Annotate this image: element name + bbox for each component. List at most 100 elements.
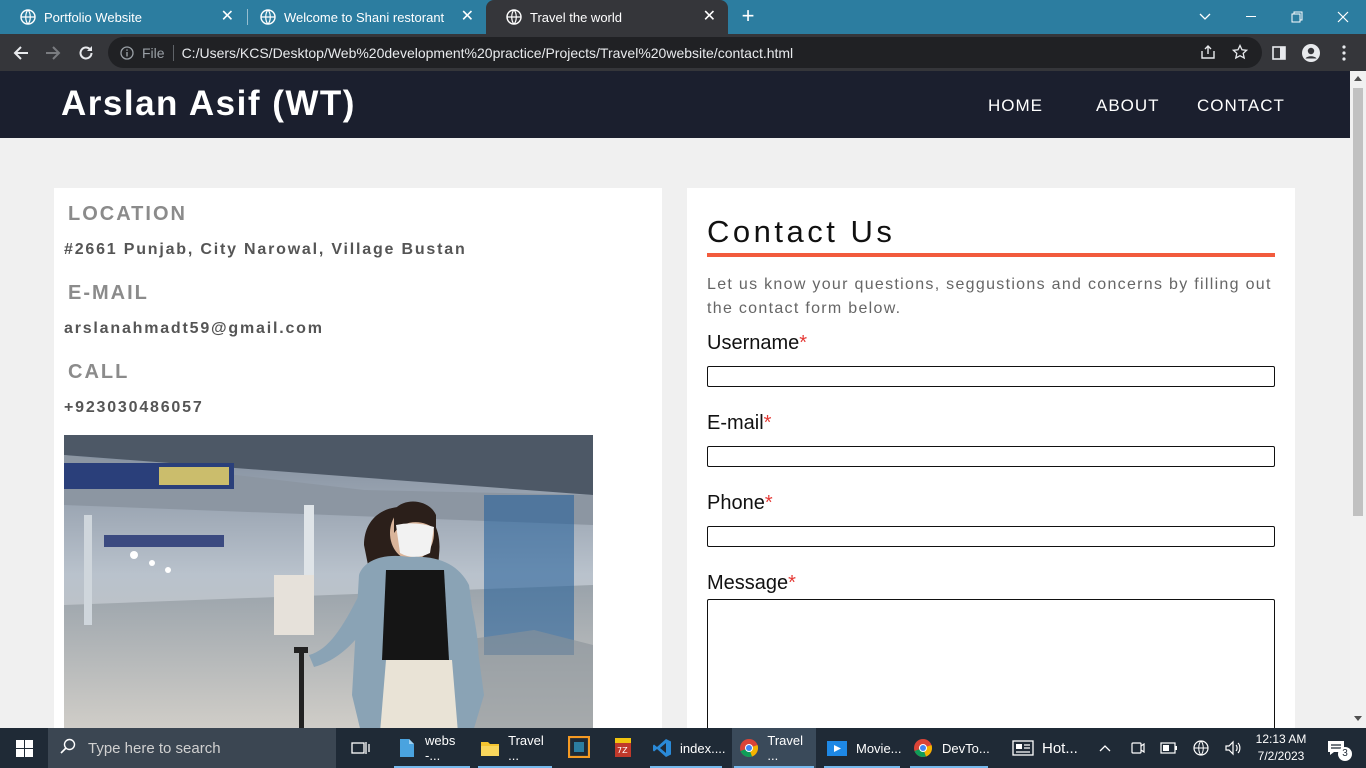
network-globe-icon[interactable] [1190,728,1212,768]
tab-title: Welcome to Shani restorant [284,9,445,25]
more-menu-icon[interactable] [1334,43,1354,63]
globe-icon [20,9,36,25]
news-icon [1012,737,1034,759]
notification-badge: 3 [1338,747,1352,761]
forward-arrow-icon[interactable] [41,41,65,65]
back-arrow-icon[interactable] [9,41,33,65]
close-window-icon[interactable] [1320,0,1366,34]
omnibox-divider [172,44,174,61]
meet-now-icon[interactable] [1126,728,1148,768]
taskbar-item-webs[interactable]: webs -... [392,728,472,768]
username-label: Username* [707,332,807,355]
contact-info-card: LOCATION #2661 Punjab, City Narowal, Vil… [54,188,662,728]
taskbar-item-explorer[interactable]: Travel ... [476,728,554,768]
page-scrollbar[interactable] [1350,71,1366,728]
search-icon [60,738,76,759]
folder-icon [480,737,500,759]
profile-avatar-icon[interactable] [1301,43,1321,63]
call-value: +923030486057 [64,399,204,416]
windows-taskbar: Type here to search webs -... Travel ...… [0,728,1366,768]
required-marker: * [763,412,772,434]
search-placeholder: Type here to search [88,739,221,757]
email-input[interactable] [707,446,1275,467]
side-panel-icon[interactable] [1269,43,1289,63]
taskbar-item-label: webs -... [425,733,456,763]
taskbar-item-label: Travel ... [767,733,803,763]
taskbar-pinned-app[interactable] [566,728,592,768]
nav-about-link[interactable]: ABOUT [1096,96,1160,116]
tray-chevron-up-icon[interactable] [1094,728,1116,768]
clock-date: 7/2/2023 [1257,749,1305,763]
minimize-icon[interactable] [1228,0,1274,34]
location-label: LOCATION [68,203,187,225]
tab-shani-restorant[interactable]: Welcome to Shani restorant ✕ [240,0,486,34]
close-tab-icon[interactable]: ✕ [221,9,234,25]
taskbar-item-devtools[interactable]: DevTo... [908,728,990,768]
username-label-text: Username [707,332,800,354]
page-viewport: Arslan Asif (WT) HOME ABOUT CONTACT LOCA… [0,71,1350,728]
email-label: E-MAIL [68,282,149,304]
title-underline [707,253,1275,257]
contact-description: Let us know your questions, seggustions … [707,276,1272,317]
taskbar-item-news[interactable]: Hot... [1008,728,1084,768]
address-bar[interactable]: File C:/Users/KCS/Desktop/Web%20developm… [108,37,1262,68]
close-tab-icon[interactable]: ✕ [703,9,716,25]
taskbar-item-vscode[interactable]: index.... [648,728,726,768]
contact-title: Contact Us [707,214,896,249]
notification-center-icon[interactable]: 3 [1320,728,1352,768]
volume-icon[interactable] [1222,728,1244,768]
url-text[interactable]: C:/Users/KCS/Desktop/Web%20development%2… [182,45,794,61]
tab-travel-the-world[interactable]: Travel the world ✕ [486,0,728,34]
battery-icon[interactable] [1158,728,1180,768]
phone-label: Phone* [707,492,773,515]
location-value: #2661 Punjab, City Narowal, Village Bust… [64,241,467,258]
app-window-icon [567,735,591,761]
tab-portfolio-website[interactable]: Portfolio Website ✕ [0,0,246,34]
site-brand[interactable]: Arslan Asif (WT) [61,84,356,124]
taskbar-pinned-app-2[interactable]: 7Z [610,728,636,768]
nav-home-link[interactable]: HOME [988,96,1043,116]
tab-search-chevron-icon[interactable] [1182,0,1228,34]
new-tab-plus-icon[interactable]: + [736,5,760,28]
taskbar-item-chrome-travel[interactable]: Travel ... [732,728,816,768]
vscode-icon [652,737,672,759]
tab-title: Portfolio Website [44,9,143,25]
required-marker: * [764,492,773,514]
phone-input[interactable] [707,526,1275,547]
call-label: CALL [68,361,130,383]
message-textarea[interactable] [707,599,1275,728]
windows-start-icon[interactable] [0,728,48,768]
scroll-down-arrow-icon[interactable] [1354,716,1362,721]
info-icon[interactable] [120,45,134,60]
phone-label-text: Phone [707,492,765,514]
required-marker: * [788,572,796,594]
share-icon[interactable] [1198,42,1218,62]
task-view-icon[interactable] [348,728,374,768]
tab-title: Travel the world [530,9,622,25]
restore-icon[interactable] [1274,0,1320,34]
url-scheme-label: File [142,44,165,61]
reload-icon[interactable] [74,41,98,65]
taskbar-item-label: Movie... [856,740,902,756]
chrome-icon [738,737,759,759]
nav-contact-link[interactable]: CONTACT [1197,96,1285,116]
taskbar-item-movie[interactable]: Movie... [822,728,902,768]
taskbar-item-label: Travel ... [508,733,544,763]
traveler-photo [64,435,593,728]
scrollbar-thumb[interactable] [1353,88,1363,516]
globe-icon [260,9,276,25]
taskbar-clock[interactable]: 12:13 AM 7/2/2023 [1250,731,1312,765]
browser-tab-strip: Portfolio Website ✕ Welcome to Shani res… [0,0,1366,34]
browser-toolbar: File C:/Users/KCS/Desktop/Web%20developm… [0,34,1366,71]
scroll-up-arrow-icon[interactable] [1354,76,1362,81]
close-tab-icon[interactable]: ✕ [461,9,474,25]
bookmark-star-icon[interactable] [1230,42,1250,62]
taskbar-item-label: index.... [680,740,726,756]
file-icon [396,737,417,759]
taskbar-item-label: Hot... [1042,739,1078,757]
username-input[interactable] [707,366,1275,387]
taskbar-item-label: DevTo... [942,740,990,756]
taskbar-search-box[interactable]: Type here to search [48,728,336,768]
site-header: Arslan Asif (WT) HOME ABOUT CONTACT [0,71,1350,138]
email-label-text: E-mail [707,412,764,434]
